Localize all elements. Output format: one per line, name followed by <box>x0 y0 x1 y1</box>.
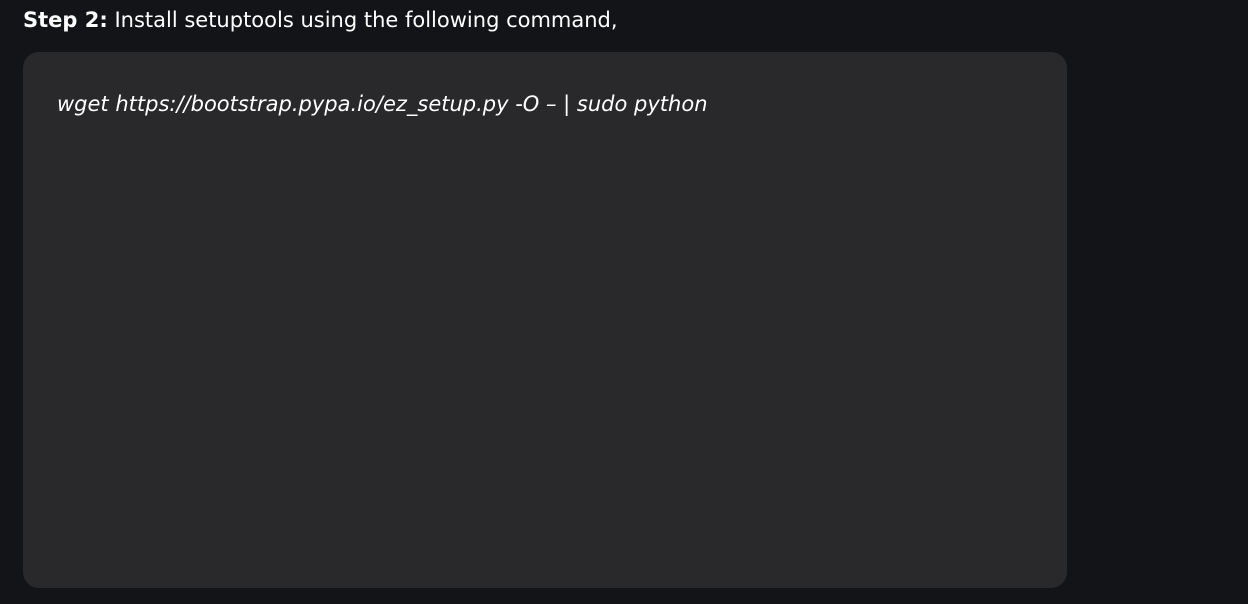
article-page: Step 2: Install setuptools using the fol… <box>0 0 1248 604</box>
step-text: Install setuptools using the following c… <box>107 8 618 32</box>
code-block[interactable]: wget https://bootstrap.pypa.io/ez_setup.… <box>23 52 1067 588</box>
step-instruction: Step 2: Install setuptools using the fol… <box>23 5 618 35</box>
code-command[interactable]: wget https://bootstrap.pypa.io/ez_setup.… <box>57 88 708 120</box>
step-label: Step 2: <box>23 8 108 32</box>
